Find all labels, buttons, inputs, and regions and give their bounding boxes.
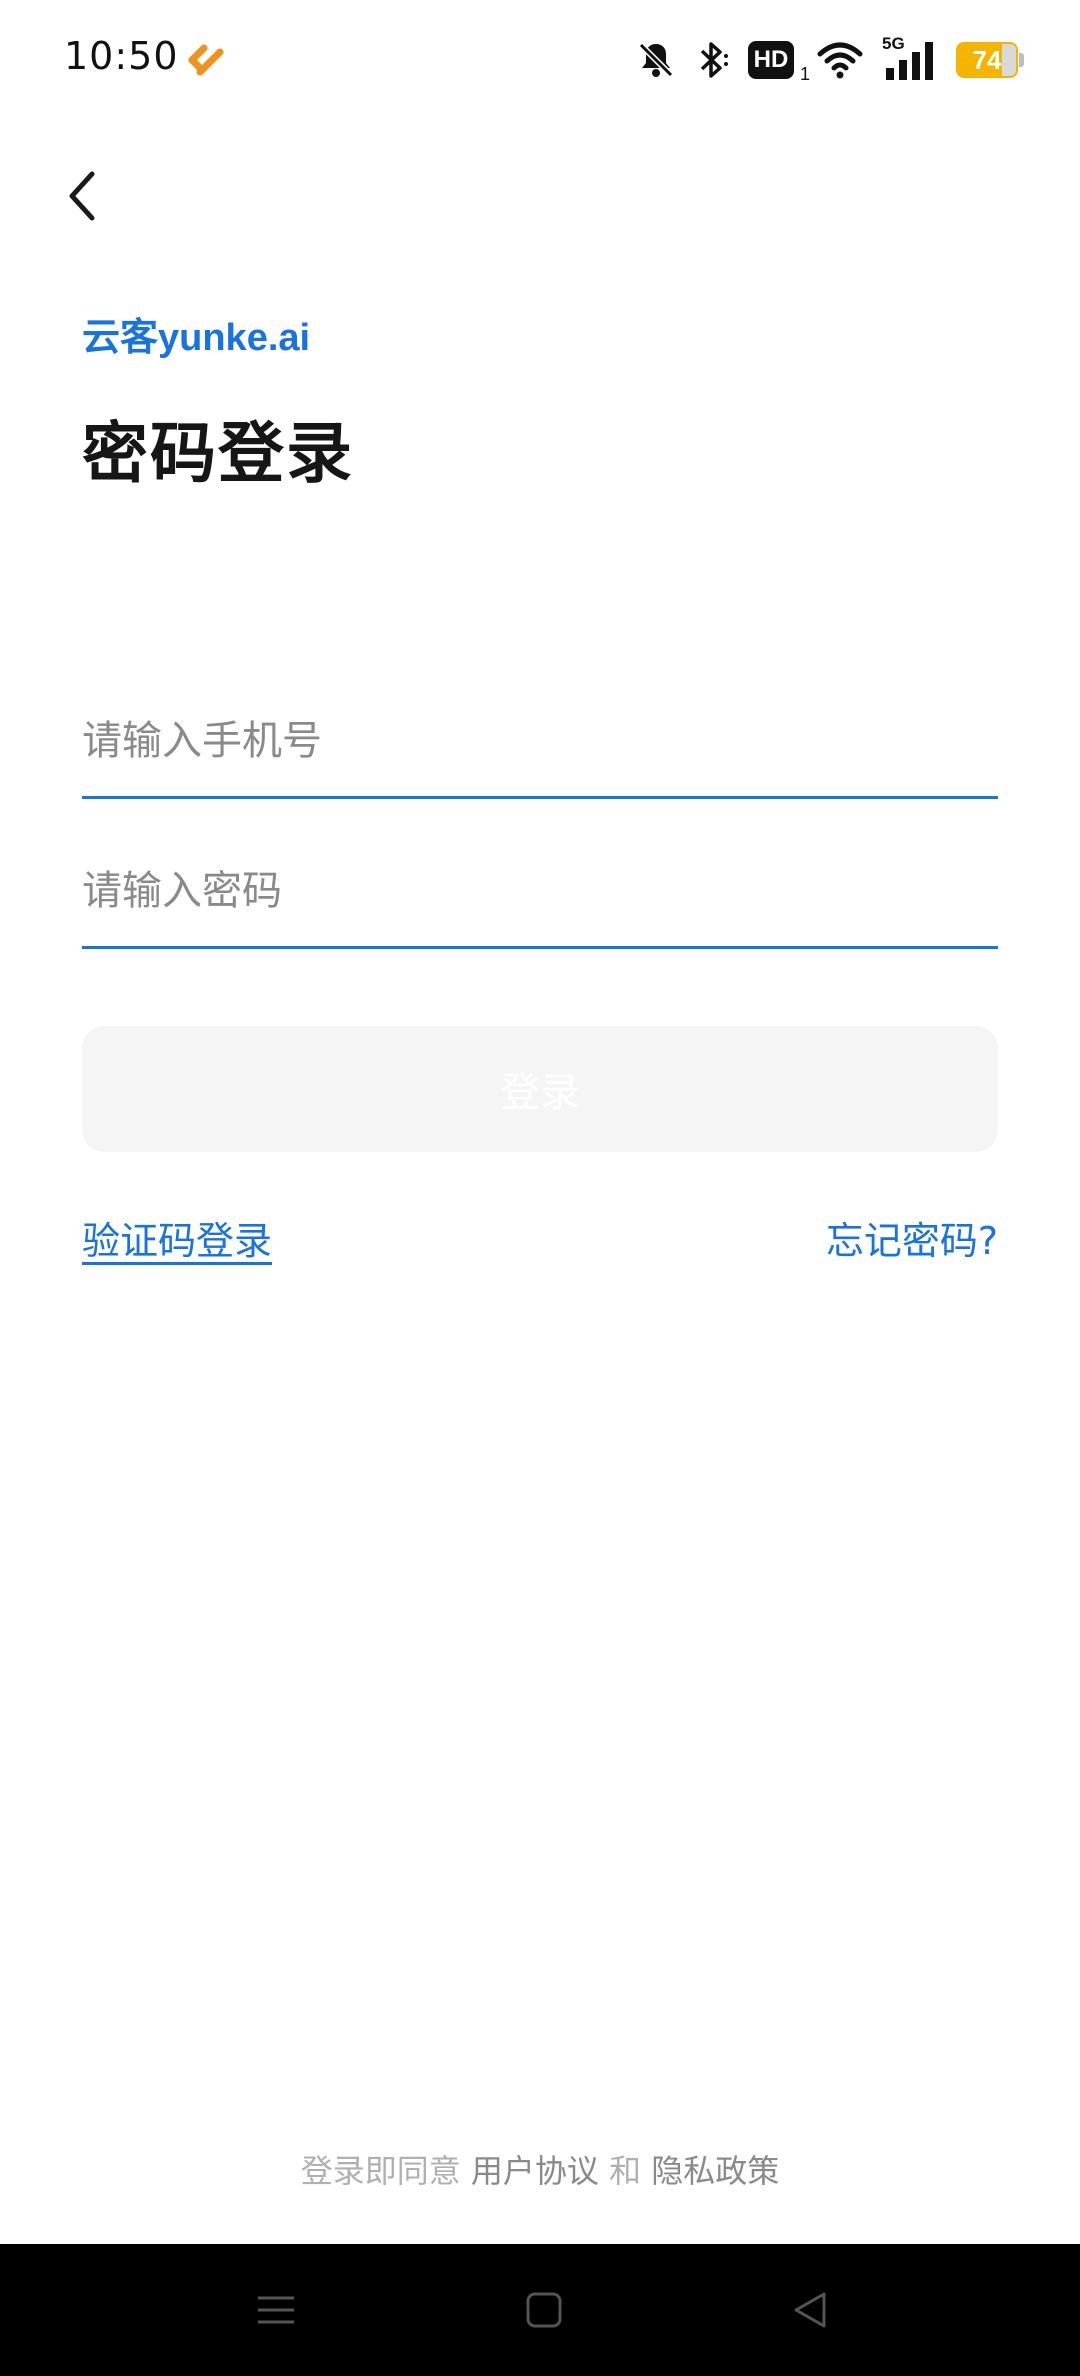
bluetooth-icon	[700, 42, 728, 78]
hd-label: HD	[748, 41, 794, 79]
home-square-icon	[526, 2292, 562, 2328]
nav-recents-button[interactable]	[236, 2280, 316, 2340]
nav-home-button[interactable]	[504, 2280, 584, 2340]
hd-voice-icon: HD 1	[748, 41, 810, 84]
phone-input[interactable]	[82, 686, 998, 796]
agreement-text: 登录即同意 用户协议 和 隐私政策	[0, 2146, 1080, 2192]
back-button[interactable]	[52, 160, 112, 232]
status-icons: HD 1 5G 74	[636, 32, 1024, 88]
login-button[interactable]: 登录	[82, 1026, 998, 1152]
password-input[interactable]	[82, 836, 998, 946]
status-time: 10:50	[64, 34, 179, 78]
mute-bell-icon	[638, 42, 674, 78]
agreement-conjunction: 和	[609, 2152, 642, 2190]
chevron-left-icon	[69, 171, 95, 221]
system-nav-bar	[0, 2244, 1080, 2376]
agreement-prefix: 登录即同意	[300, 2152, 461, 2190]
forgot-password-link[interactable]: 忘记密码?	[826, 1210, 998, 1265]
user-agreement-link[interactable]: 用户协议	[471, 2152, 599, 2190]
password-field	[82, 836, 998, 949]
hd-sub: 1	[799, 64, 810, 84]
privacy-policy-link[interactable]: 隐私政策	[651, 2152, 779, 2190]
battery-icon: 74	[956, 42, 1024, 78]
battery-percent: 74	[972, 45, 1002, 75]
back-triangle-icon	[794, 2292, 826, 2328]
cellular-signal-icon: 5G	[882, 34, 938, 80]
status-bar: 10:50 HD 1 5G 74	[0, 0, 1080, 120]
phone-field	[82, 686, 998, 799]
brand-logo: 云客yunke.ai	[82, 317, 311, 359]
wifi-icon	[817, 42, 863, 79]
page-title: 密码登录	[82, 415, 354, 492]
menu-icon	[258, 2296, 294, 2324]
app-notification-icon	[188, 44, 224, 76]
sms-login-link[interactable]: 验证码登录	[82, 1210, 272, 1265]
nav-back-button[interactable]	[770, 2280, 850, 2340]
